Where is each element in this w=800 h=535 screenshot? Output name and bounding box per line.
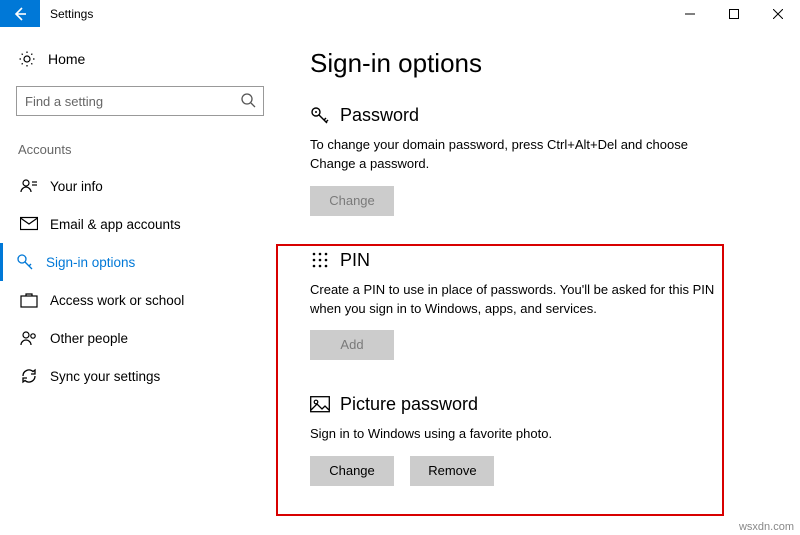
main-content: Sign-in options Password To change your … (280, 28, 800, 535)
sidebar-item-label: Access work or school (50, 293, 184, 308)
sidebar-item-email-accounts[interactable]: Email & app accounts (16, 205, 264, 243)
sidebar-item-label: Email & app accounts (50, 217, 181, 232)
sidebar-item-label: Sync your settings (50, 369, 160, 384)
pin-add-button[interactable]: Add (310, 330, 394, 360)
sidebar-item-other-people[interactable]: Other people (16, 319, 264, 357)
window-title: Settings (40, 0, 668, 27)
picture-password-section: Picture password Sign in to Windows usin… (310, 394, 760, 486)
picture-icon (310, 395, 330, 415)
people-icon (20, 329, 38, 347)
gear-icon (18, 50, 36, 68)
sidebar-item-access-work[interactable]: Access work or school (16, 281, 264, 319)
picture-remove-button[interactable]: Remove (410, 456, 494, 486)
sidebar-item-signin-options[interactable]: Sign-in options (0, 243, 264, 281)
search-icon (240, 92, 256, 108)
maximize-button[interactable] (712, 0, 756, 27)
sync-icon (20, 367, 38, 385)
back-button[interactable] (0, 0, 40, 27)
titlebar: Settings (0, 0, 800, 28)
arrow-left-icon (12, 6, 28, 22)
window-controls (668, 0, 800, 27)
password-section: Password To change your domain password,… (310, 105, 760, 216)
page-title: Sign-in options (310, 48, 760, 79)
password-desc: To change your domain password, press Ct… (310, 136, 730, 174)
keypad-icon (310, 250, 330, 270)
search-input[interactable] (16, 86, 264, 116)
key-icon (16, 253, 34, 271)
close-button[interactable] (756, 0, 800, 27)
briefcase-icon (20, 291, 38, 309)
home-label: Home (48, 51, 85, 67)
pin-desc: Create a PIN to use in place of password… (310, 281, 730, 319)
pin-section: PIN Create a PIN to use in place of pass… (310, 250, 760, 361)
minimize-button[interactable] (668, 0, 712, 27)
pin-heading: PIN (340, 250, 370, 271)
mail-icon (20, 215, 38, 233)
sidebar-item-label: Sign-in options (46, 255, 135, 270)
person-card-icon (20, 177, 38, 195)
picture-heading: Picture password (340, 394, 478, 415)
sidebar-section-header: Accounts (16, 142, 264, 157)
password-change-button[interactable]: Change (310, 186, 394, 216)
home-nav[interactable]: Home (16, 46, 264, 72)
close-icon (773, 9, 783, 19)
sidebar-item-label: Your info (50, 179, 103, 194)
minimize-icon (685, 9, 695, 19)
password-heading: Password (340, 105, 419, 126)
watermark: wsxdn.com (739, 521, 794, 533)
key-icon (310, 106, 330, 126)
maximize-icon (729, 9, 739, 19)
picture-desc: Sign in to Windows using a favorite phot… (310, 425, 730, 444)
sidebar-item-your-info[interactable]: Your info (16, 167, 264, 205)
sidebar: Home Accounts Your info Email & app acco… (0, 28, 280, 535)
search-wrap (16, 86, 264, 116)
sidebar-item-sync-settings[interactable]: Sync your settings (16, 357, 264, 395)
sidebar-item-label: Other people (50, 331, 128, 346)
picture-change-button[interactable]: Change (310, 456, 394, 486)
